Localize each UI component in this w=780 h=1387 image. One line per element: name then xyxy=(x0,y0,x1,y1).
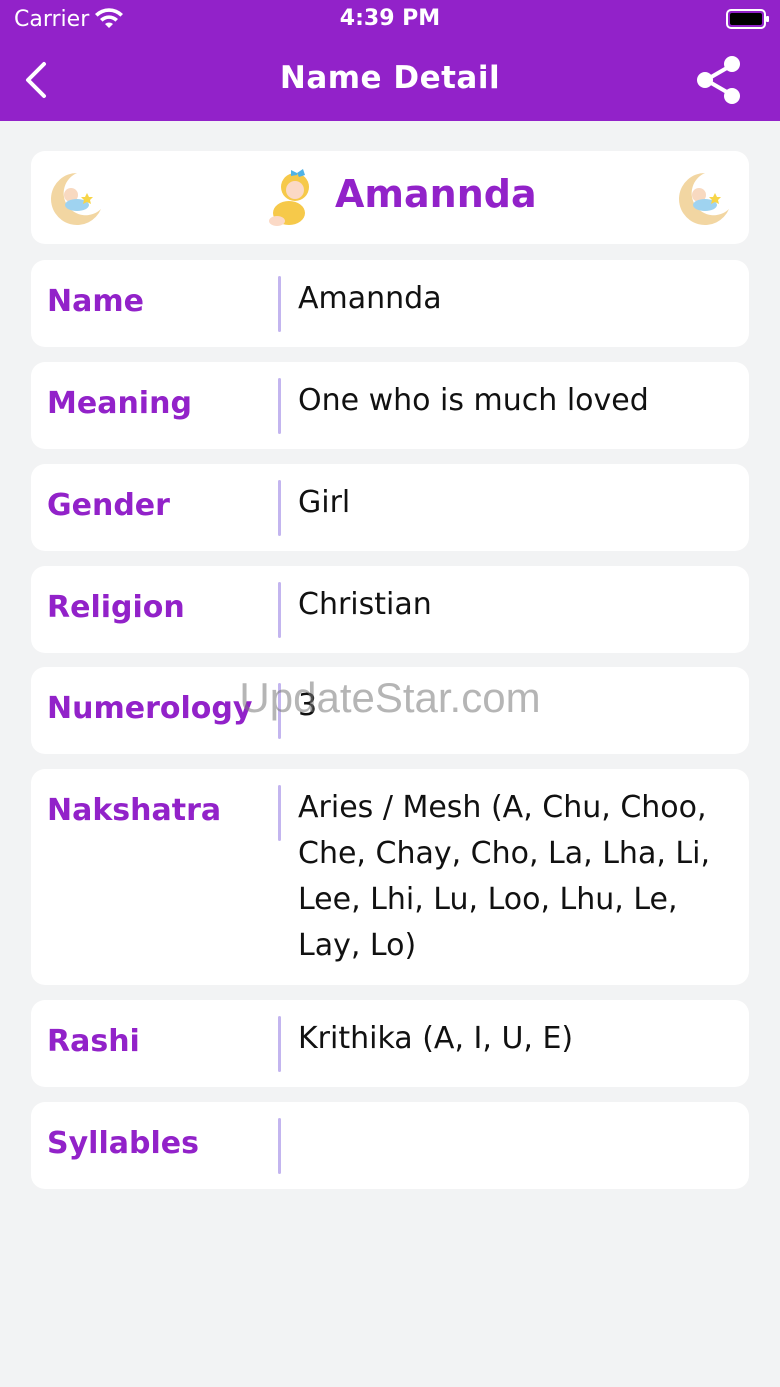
moon-baby-icon xyxy=(679,173,729,225)
detail-label: Religion xyxy=(47,590,185,625)
detail-value: One who is much loved xyxy=(298,383,649,418)
detail-row-syllables: Syllables xyxy=(31,1102,749,1189)
row-divider xyxy=(278,1016,281,1072)
detail-row-gender: Gender Girl xyxy=(31,464,749,551)
detail-label: Meaning xyxy=(47,386,192,421)
row-divider xyxy=(278,683,281,739)
row-divider xyxy=(278,1118,281,1174)
share-icon[interactable] xyxy=(694,54,744,106)
row-divider xyxy=(278,480,281,536)
detail-value: Girl xyxy=(298,485,351,520)
detail-row-rashi: Rashi Krithika (A, I, U, E) xyxy=(31,1000,749,1087)
detail-label: Numerology xyxy=(47,691,253,726)
detail-value: Aries / Mesh (A, Chu, Choo, Che, Chay, C… xyxy=(298,790,710,963)
detail-label: Name xyxy=(47,284,144,319)
detail-label: Syllables xyxy=(47,1126,199,1161)
detail-value: Amannda xyxy=(298,281,442,316)
row-divider xyxy=(278,378,281,434)
detail-value: 3 xyxy=(298,688,318,723)
detail-value: Krithika (A, I, U, E) xyxy=(298,1021,574,1056)
row-divider xyxy=(278,785,281,841)
row-divider xyxy=(278,276,281,332)
detail-row-name: Name Amannda xyxy=(31,260,749,347)
detail-label: Rashi xyxy=(47,1024,140,1059)
clock: 4:39 PM xyxy=(339,6,441,31)
name-header-card: Amannda xyxy=(31,151,749,244)
battery-icon xyxy=(726,9,769,29)
detail-row-nakshatra: Nakshatra Aries / Mesh (A, Chu, Choo, Ch… xyxy=(31,769,749,985)
baby-name-title: Amannda xyxy=(335,172,537,216)
detail-value: Christian xyxy=(298,587,432,622)
detail-label: Nakshatra xyxy=(47,793,222,828)
moon-baby-icon xyxy=(51,173,101,225)
row-divider xyxy=(278,582,281,638)
detail-row-numerology: Numerology 3 xyxy=(31,667,749,754)
status-bar: Carrier 4:39 PM xyxy=(0,0,780,40)
detail-row-meaning: Meaning One who is much loved xyxy=(31,362,749,449)
page-title: Name Detail xyxy=(279,60,501,96)
baby-girl-icon xyxy=(269,169,309,226)
detail-label: Gender xyxy=(47,488,170,523)
detail-row-religion: Religion Christian xyxy=(31,566,749,653)
nav-bar: Name Detail xyxy=(0,40,780,121)
